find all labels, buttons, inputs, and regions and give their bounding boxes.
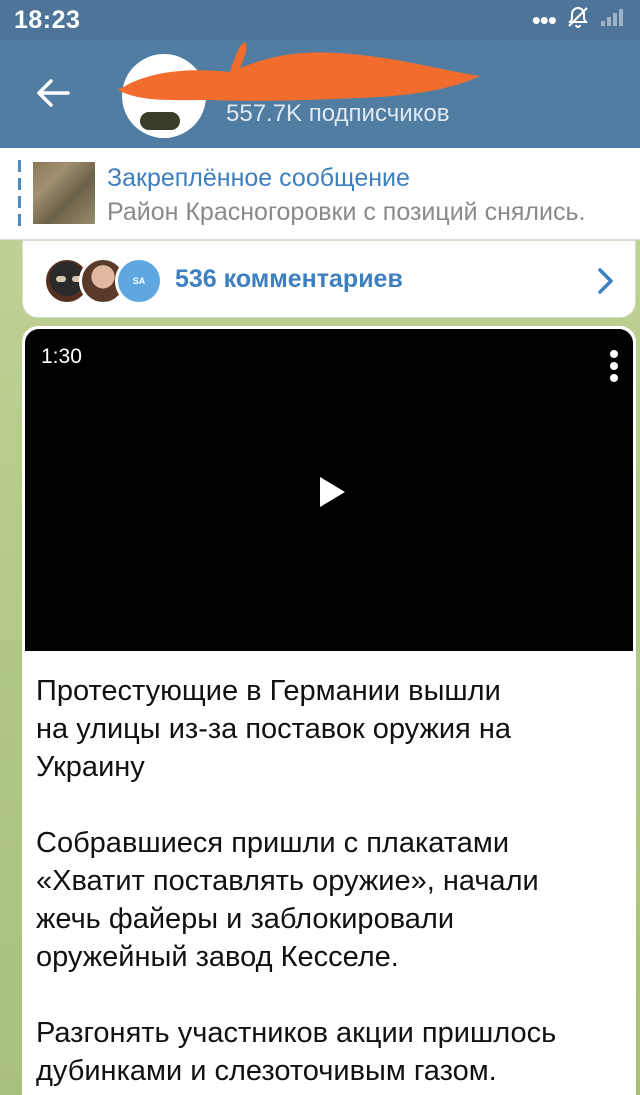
pinned-indicator — [18, 160, 21, 228]
post-line: Собравшиеся пришли с плакатами — [36, 827, 510, 859]
post-line: Разгонять участников акции пришлось — [36, 1017, 557, 1049]
commenter-avatar: SA — [115, 257, 163, 305]
chevron-right-icon — [598, 268, 613, 294]
comments-button[interactable]: SA 536 комментариев — [22, 240, 636, 318]
video-duration: 1:30 — [41, 345, 82, 368]
more-dots-icon: ••• — [531, 5, 557, 35]
post-line: Украину — [36, 751, 145, 783]
pinned-text: Район Красногоровки с позиций снялись. — [107, 198, 586, 226]
signal-icon — [600, 7, 626, 33]
pinned-title: Закреплённое сообщение — [107, 164, 410, 192]
arrow-left-icon — [37, 79, 70, 107]
pinned-thumbnail — [33, 162, 95, 224]
comments-count: 536 комментариев — [175, 265, 403, 293]
play-icon[interactable] — [317, 475, 347, 509]
post-line: оружейный завод Кесселе. — [36, 941, 399, 973]
post-text: Протестующие в Германии вышли на улицы и… — [36, 672, 626, 1095]
more-vertical-icon[interactable] — [609, 349, 619, 383]
post-paragraph: Протестующие в Германии вышли на улицы и… — [36, 672, 626, 786]
alarm-off-icon — [566, 5, 590, 35]
back-button[interactable] — [30, 70, 76, 116]
chat-header: 557.7K подписчиков — [0, 40, 640, 148]
post-line: жечь файеры и заблокировали — [36, 903, 455, 935]
subscribers-count: 557.7K подписчиков — [226, 100, 450, 127]
status-time: 18:23 — [14, 5, 81, 34]
pinned-message[interactable]: Закреплённое сообщение Район Красногоров… — [0, 148, 640, 240]
post-paragraph: Разгонять участников акции пришлось дуби… — [36, 1014, 626, 1090]
post-line: на улицы из-за поставок оружия на — [36, 713, 511, 745]
status-icons: ••• — [532, 5, 626, 35]
post-line: Протестующие в Германии вышли — [36, 675, 501, 707]
post-line: дубинками и слезоточивым газом. — [36, 1055, 497, 1087]
post-paragraph: Собравшиеся пришли с плакатами «Хватит п… — [36, 824, 626, 976]
channel-post: 1:30 Протестующие в Германии вышли на ул… — [22, 326, 636, 1095]
video-player[interactable]: 1:30 — [25, 329, 633, 651]
status-bar: 18:23 ••• — [0, 0, 640, 40]
post-line: «Хватит поставлять оружие», начали — [36, 865, 539, 897]
